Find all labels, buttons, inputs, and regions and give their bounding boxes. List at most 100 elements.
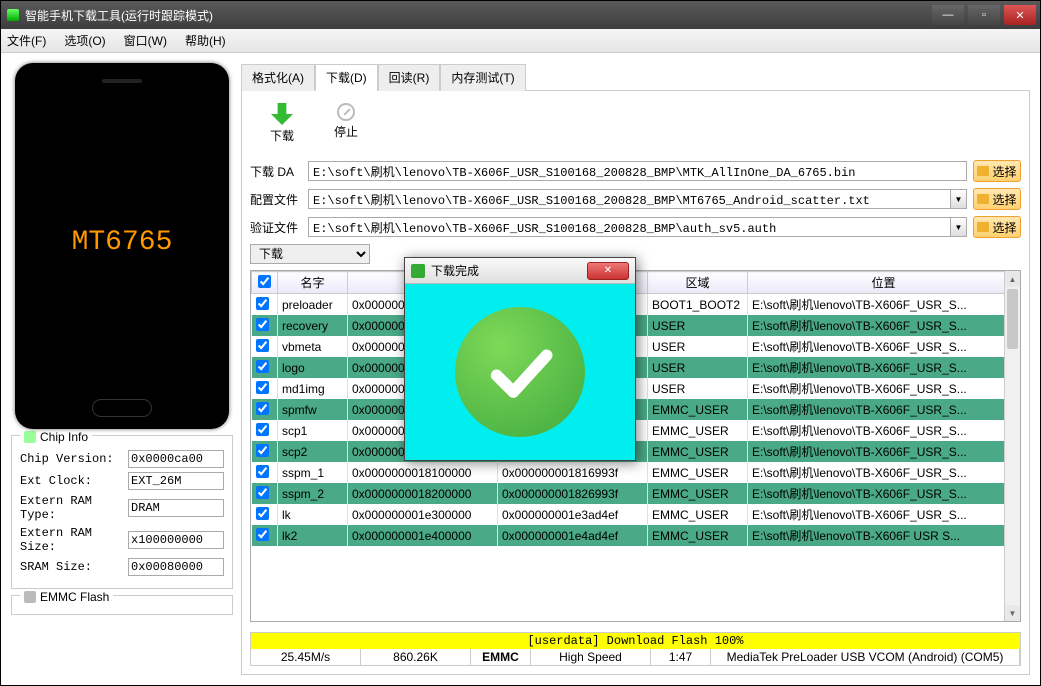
tab-memtest[interactable]: 内存测试(T) [440,64,525,91]
col-region[interactable]: 区域 [648,272,748,294]
da-select-button[interactable]: 选择 [973,160,1021,182]
chip-icon [24,431,36,443]
ext-clock-field[interactable] [128,472,224,490]
tab-readback[interactable]: 回读(R) [378,64,441,91]
cell-location: E:\soft\刷机\lenovo\TB-X606F_USR_S... [748,483,1020,504]
download-button[interactable]: 下载 [270,103,294,144]
chip-version-label: Chip Version: [20,452,128,466]
titlebar[interactable]: 智能手机下载工具(运行时跟踪模式) — ▫ ✕ [1,1,1040,29]
chip-version-field[interactable] [128,450,224,468]
menu-help[interactable]: 帮助(H) [185,32,226,49]
row-checkbox[interactable] [256,528,269,541]
tab-download[interactable]: 下载(D) [315,64,378,91]
cell-region: EMMC_USER [648,483,748,504]
row-checkbox[interactable] [256,360,269,373]
cell-region: USER [648,315,748,336]
col-name[interactable]: 名字 [278,272,348,294]
cell-end: 0x000000001e3ad4ef [498,504,648,525]
row-checkbox[interactable] [256,444,269,457]
menu-file[interactable]: 文件(F) [7,32,46,49]
cell-region: USER [648,336,748,357]
cell-name: spmfw [278,399,348,420]
scroll-down-icon[interactable]: ▼ [1005,605,1020,621]
cfg-dropdown[interactable]: ▼ [951,189,967,209]
cell-name: preloader [278,294,348,316]
auth-input[interactable] [308,217,951,237]
auth-label: 验证文件 [250,219,302,236]
cell-location: E:\soft\刷机\lenovo\TB-X606F USR S... [748,525,1020,546]
cfg-input[interactable] [308,189,951,209]
complete-dialog: 下载完成 ✕ [404,257,636,461]
maximize-button[interactable]: ▫ [968,5,1000,25]
tab-format[interactable]: 格式化(A) [241,64,315,91]
stop-button[interactable]: 停止 [334,103,358,144]
table-row[interactable]: sspm_10x00000000181000000x00000000181699… [252,462,1020,483]
cell-name: scp1 [278,420,348,441]
row-checkbox[interactable] [256,423,269,436]
cell-location: E:\soft\刷机\lenovo\TB-X606F_USR_S... [748,315,1020,336]
ram-size-field[interactable] [128,531,224,549]
emmc-group: EMMC Flash [11,595,233,615]
scroll-up-icon[interactable]: ▲ [1005,271,1020,287]
da-input[interactable] [308,161,967,181]
download-label: 下载 [270,127,294,144]
dialog-title: 下载完成 [431,262,479,279]
row-checkbox[interactable] [256,486,269,499]
da-label: 下载 DA [250,163,302,180]
cfg-label: 配置文件 [250,191,302,208]
window-title: 智能手机下载工具(运行时跟踪模式) [25,7,213,24]
row-checkbox[interactable] [256,507,269,520]
cell-name: vbmeta [278,336,348,357]
table-row[interactable]: sspm_20x00000000182000000x00000000182699… [252,483,1020,504]
dialog-titlebar[interactable]: 下载完成 ✕ [405,258,635,284]
status-bar: [userdata] Download Flash 100% 25.45M/s … [250,632,1021,666]
cell-region: EMMC_USER [648,399,748,420]
row-checkbox[interactable] [256,402,269,415]
dialog-icon [411,264,425,278]
download-mode-select[interactable]: 下载 [250,244,370,264]
select-all-checkbox[interactable] [258,275,271,288]
menubar: 文件(F) 选项(O) 窗口(W) 帮助(H) [1,29,1040,53]
cell-name: recovery [278,315,348,336]
cell-region: EMMC_USER [648,504,748,525]
row-checkbox[interactable] [256,318,269,331]
cell-location: E:\soft\刷机\lenovo\TB-X606F_USR_S... [748,336,1020,357]
ram-type-field[interactable] [128,499,224,517]
stop-icon [337,103,355,121]
da-row: 下载 DA 选择 [250,160,1021,182]
sram-field[interactable] [128,558,224,576]
cell-end: 0x000000001e4ad4ef [498,525,648,546]
close-button[interactable]: ✕ [1004,5,1036,25]
menu-window[interactable]: 窗口(W) [124,32,167,49]
cell-name: lk [278,504,348,525]
row-checkbox[interactable] [256,465,269,478]
cell-name: sspm_1 [278,462,348,483]
cell-start: 0x000000001e400000 [348,525,498,546]
cell-name: md1img [278,378,348,399]
scroll-thumb[interactable] [1007,289,1018,349]
auth-select-button[interactable]: 选择 [973,216,1021,238]
status-mode: High Speed [531,649,651,665]
dialog-close-button[interactable]: ✕ [587,262,629,280]
cell-location: E:\soft\刷机\lenovo\TB-X606F_USR_S... [748,441,1020,462]
table-row[interactable]: lk20x000000001e4000000x000000001e4ad4efE… [252,525,1020,546]
ram-size-label: Extern RAM Size: [20,526,128,554]
vertical-scrollbar[interactable]: ▲ ▼ [1004,271,1020,621]
row-checkbox[interactable] [256,297,269,310]
cell-location: E:\soft\刷机\lenovo\TB-X606F_USR_S... [748,420,1020,441]
dialog-body [405,284,635,460]
ext-clock-label: Ext Clock: [20,474,128,488]
cfg-select-button[interactable]: 选择 [973,188,1021,210]
folder-icon [977,166,989,176]
row-checkbox[interactable] [256,339,269,352]
chip-info-group: Chip Info Chip Version: Ext Clock: Exter… [11,435,233,589]
menu-options[interactable]: 选项(O) [64,32,105,49]
col-location[interactable]: 位置 [748,272,1020,294]
folder-icon [977,222,989,232]
progress-text: [userdata] Download Flash 100% [251,633,1020,649]
auth-dropdown[interactable]: ▼ [951,217,967,237]
minimize-button[interactable]: — [932,5,964,25]
table-row[interactable]: lk0x000000001e3000000x000000001e3ad4efEM… [252,504,1020,525]
row-checkbox[interactable] [256,381,269,394]
status-storage: EMMC [471,649,531,665]
